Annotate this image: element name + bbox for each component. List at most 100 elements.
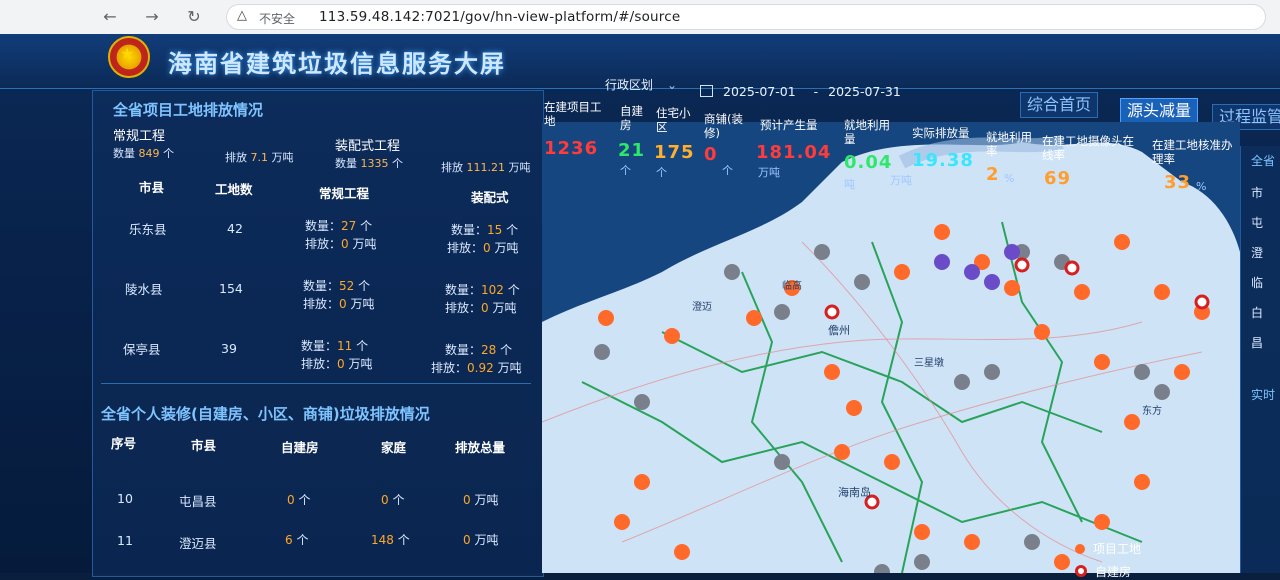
table1-county: 陵水县 (125, 282, 163, 297)
warning-icon[interactable]: △ (237, 8, 247, 23)
prefab-emission: 排放 111.21 万吨 (441, 161, 531, 174)
table1-header-prefab: 装配式 (471, 190, 509, 205)
table1-prefab-emit: 排放：0 万吨 (445, 301, 517, 315)
table1-prefab-emit: 排放：0.92 万吨 (431, 361, 522, 375)
map-label-hainan-island: 海南岛 (838, 486, 871, 499)
table2-self-built: 0 个 (287, 493, 311, 507)
dashboard: 海南省建筑垃圾信息服务大屏 行政区划 ⌄ 2025-07-01 - 2025-07… (0, 34, 1280, 579)
regular-project-title: 常规工程 (113, 129, 166, 144)
stat-label-construction-sites: 在建项目工地 (544, 100, 602, 128)
stat-value-local-rate: 2 (986, 164, 1000, 185)
table1-regular-emit: 排放：0 万吨 (305, 237, 377, 251)
stat-value-construction-sites: 1236 (544, 138, 599, 159)
dashboard-header: 海南省建筑垃圾信息服务大屏 行政区划 ⌄ 2025-07-01 - 2025-07… (0, 34, 1280, 99)
stat-label-camera-online: 在建工地摄像头在 线率 (1042, 134, 1134, 162)
map-label-danzhou: 儋州 (828, 324, 850, 337)
stat-label-residential: 住宅小区 (656, 106, 691, 134)
stat-value-camera-online: 69 (1044, 168, 1072, 189)
url-text[interactable]: 113.59.48.142:7021/gov/hn-view-platform/… (319, 9, 680, 25)
calendar-icon (700, 85, 713, 97)
map-label-dongfang: 东方 (1142, 406, 1162, 417)
stat-value-actual: 19.38 (912, 150, 974, 171)
table2-family: 148 个 (371, 533, 410, 547)
not-secure-label[interactable]: 不安全 (259, 10, 295, 27)
date-end: 2025-07-31 (828, 84, 901, 99)
region-select[interactable]: 行政区划 ⌄ (605, 76, 677, 93)
legend-item-project: 项目工地 (1075, 540, 1141, 557)
table2-self-built: 6 个 (285, 533, 309, 547)
right-label: 临 (1251, 276, 1264, 290)
stat-unit-residential: 个 (656, 166, 667, 179)
stat-unit-approval-rate: % (1196, 180, 1207, 193)
prefab-count: 数量 1335 个 (335, 157, 403, 170)
table1-regular-count: 数量：52 个 (303, 279, 371, 293)
date-range-picker[interactable]: 2025-07-01 - 2025-07-31 (700, 84, 901, 99)
reload-icon[interactable]: ↻ (184, 7, 204, 27)
table2-no: 10 (117, 491, 133, 506)
table2-header-county: 市县 (191, 438, 217, 453)
stat-value-self-built: 21 (618, 140, 646, 161)
stat-label-self-built: 自建房 (620, 104, 643, 132)
stat-label-shops: 商铺(装 修) (704, 112, 743, 140)
left-panel: 全省项目工地排放情况 常规工程 数量 849 个 排放 7.1 万吨 装配式工程… (92, 90, 544, 577)
table1-county: 保亭县 (123, 342, 161, 357)
self-built-icon (1075, 565, 1087, 577)
table1-prefab-count: 数量：102 个 (445, 283, 520, 297)
right-label: 实时 (1251, 388, 1276, 402)
section-title-personal-renovation: 全省个人装修(自建房、小区、商铺)垃圾排放情况 (101, 405, 430, 423)
stat-value-expected: 181.04 (756, 142, 832, 163)
prefab-project-title: 装配式工程 (335, 139, 401, 154)
stat-unit-expected: 万吨 (758, 166, 780, 179)
right-label: 白 (1251, 306, 1264, 320)
legend-item-self-built: 自建房 (1075, 563, 1141, 580)
table2-county: 澄迈县 (179, 536, 217, 551)
stat-unit-local-use: 吨 (844, 178, 855, 191)
table1-regular-emit: 排放：0 万吨 (301, 357, 373, 371)
table2-total: 0 万吨 (463, 533, 499, 547)
table1-regular-count: 数量：27 个 (305, 219, 373, 233)
table1-header-regular: 常规工程 (319, 186, 370, 201)
chevron-down-icon: ⌄ (667, 78, 678, 92)
stat-unit-shops: 个 (722, 164, 733, 177)
table2-header-self-built: 自建房 (281, 440, 319, 455)
table1-sites: 39 (221, 341, 237, 356)
stat-value-approval-rate: 33 (1164, 172, 1192, 193)
regular-emission: 排放 7.1 万吨 (225, 151, 294, 164)
right-panel-partial: 全省 市 屯 澄 临 白 昌 实时 (1240, 146, 1280, 573)
table1-prefab-count: 数量：28 个 (445, 343, 513, 357)
stat-unit-self-built: 个 (620, 164, 631, 177)
map-legend: 项目工地 自建房 (1075, 540, 1141, 580)
region-select-label: 行政区划 (605, 78, 654, 92)
table2-no: 11 (117, 533, 133, 548)
table2-header-total: 排放总量 (455, 440, 506, 455)
stat-label-actual: 实际排放量 (912, 126, 970, 140)
table1-sites: 154 (219, 281, 243, 296)
stat-label-expected: 预计产生量 (760, 118, 818, 132)
page-title: 海南省建筑垃圾信息服务大屏 (168, 50, 506, 78)
table1-regular-emit: 排放：0 万吨 (303, 297, 375, 311)
table2-family: 0 个 (381, 493, 405, 507)
table2-header-family: 家庭 (381, 440, 407, 455)
date-separator: - (813, 84, 819, 99)
table1-header-county: 市县 (139, 180, 165, 195)
map-label-sanxingdun: 三星墩 (914, 358, 944, 369)
table1-header-sites: 工地数 (215, 182, 253, 197)
back-icon[interactable]: ← (100, 7, 120, 27)
right-label: 屯 (1251, 216, 1264, 230)
national-emblem-icon (108, 36, 150, 78)
table2-county: 屯昌县 (179, 494, 217, 509)
right-label: 全省 (1251, 154, 1276, 168)
stat-label-approval-rate: 在建工地核准办 理率 (1152, 138, 1233, 166)
right-label: 澄 (1251, 246, 1264, 260)
table2-total: 0 万吨 (463, 493, 499, 507)
address-bar[interactable]: △ 不安全 113.59.48.142:7021/gov/hn-view-pla… (226, 4, 1266, 30)
regular-count: 数量 849 个 (113, 147, 174, 160)
stats-row: 在建项目工地 1236 自建房 21 个 住宅小区 175 个 商铺(装 修) 0… (544, 100, 1244, 193)
right-label: 昌 (1251, 336, 1264, 350)
stat-value-shops: 0 (704, 144, 718, 165)
table1-prefab-emit: 排放：0 万吨 (447, 241, 519, 255)
stat-unit-local-rate: % (1004, 172, 1015, 185)
browser-toolbar: ← → ↻ △ 不安全 113.59.48.142:7021/gov/hn-vi… (0, 0, 1280, 35)
forward-icon[interactable]: → (142, 7, 162, 27)
map-label-lingao: 临高 (782, 281, 802, 292)
